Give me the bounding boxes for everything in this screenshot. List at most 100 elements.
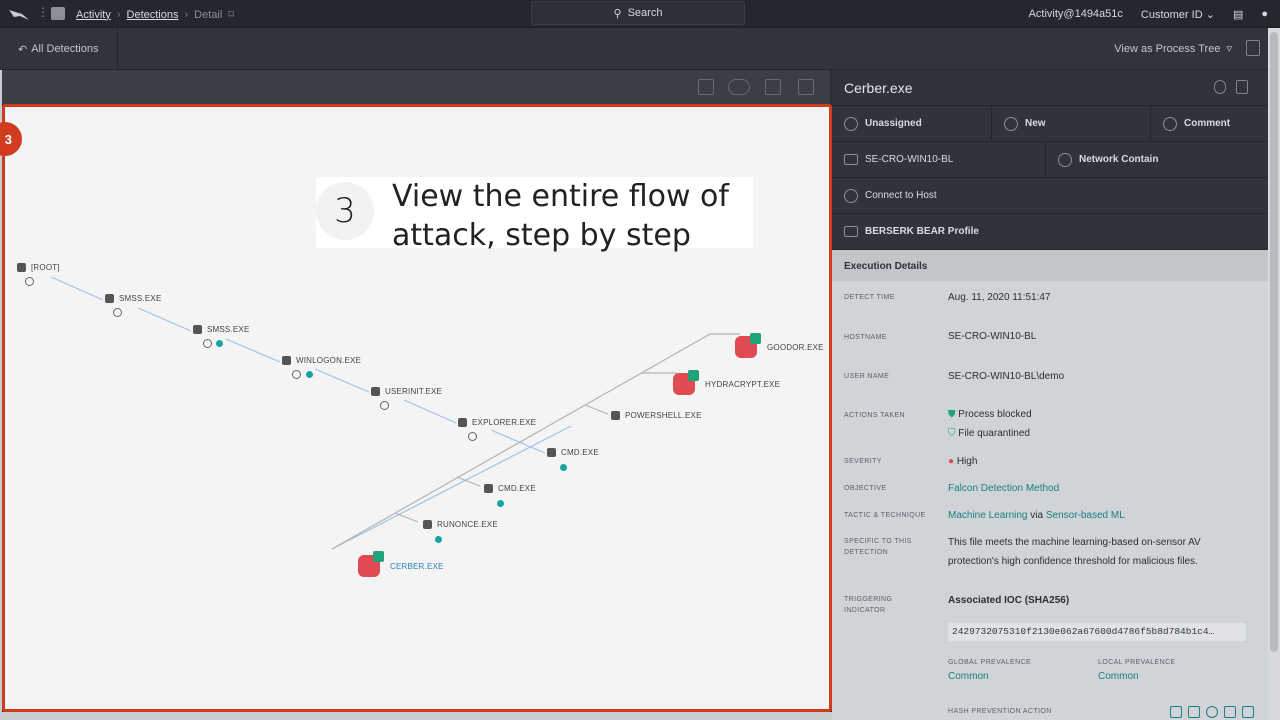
detect-time-value: Aug. 11, 2020 11:51:47 (948, 292, 1051, 303)
copy-icon[interactable] (1246, 40, 1260, 56)
user-icon (844, 116, 858, 131)
download-icon[interactable] (698, 79, 714, 95)
status-dot-icon (306, 371, 313, 378)
node-label: WINLOGON.EXE (296, 356, 362, 365)
user-activity[interactable]: Activity@1494a51c (1029, 8, 1123, 20)
connect-to-host-button[interactable]: Connect to Host (832, 178, 1268, 213)
host-button[interactable]: SE-CRO-WIN10-BL (832, 142, 1046, 177)
tactic-label: TACTIC & TECHNIQUE (844, 512, 926, 519)
process-hex-icon (423, 520, 432, 529)
panel-title: Cerber.exe (844, 79, 913, 96)
host-label: SE-CRO-WIN10-BL (865, 154, 954, 165)
global-prevalence-value: Common (948, 671, 989, 682)
page-scrollbar[interactable] (1268, 28, 1280, 720)
callout-line-2: attack, step by step (392, 218, 691, 253)
edit-icon[interactable] (1170, 706, 1182, 718)
all-detections-button[interactable]: ↶ All Detections (0, 28, 118, 70)
technique-link[interactable]: Sensor-based ML (1046, 510, 1125, 521)
collapse-icon[interactable] (292, 370, 301, 379)
trigger-label: TRIGGERING INDICATOR (844, 594, 892, 616)
zoom-icon[interactable] (1214, 80, 1226, 94)
network-contain-button[interactable]: Network Contain (1046, 142, 1268, 177)
assign-button[interactable]: Unassigned (832, 106, 992, 141)
copy-icon[interactable] (1236, 80, 1248, 94)
breadcrumb-detections[interactable]: Detections (127, 9, 179, 21)
folder-icon[interactable] (51, 7, 65, 20)
top-right-controls: Activity@1494a51c Customer ID ⌄ ▤ ● (1029, 0, 1280, 28)
back-arrow-icon: ↶ (18, 43, 28, 56)
collapse-icon[interactable] (203, 339, 212, 348)
action-process-blocked: ⛊ Process blocked (948, 405, 1032, 424)
severity-label: SEVERITY (844, 458, 882, 465)
collapse-icon[interactable] (25, 277, 34, 286)
hash-prevention-label: HASH PREVENTION ACTION (948, 708, 1052, 715)
process-hex-icon (484, 484, 493, 493)
bookmark-icon[interactable]: ⌑ (228, 8, 234, 21)
detection-detail-panel: Cerber.exe Unassigned New Comment SE-CRO… (832, 70, 1268, 720)
node-label: USERINIT.EXE (385, 387, 443, 396)
detect-time-label: DETECT TIME (844, 294, 895, 301)
callout-number: 3 (316, 182, 374, 240)
search-box[interactable]: ⚲ Search (531, 1, 745, 25)
search-icon[interactable] (1188, 706, 1200, 718)
expand-icon[interactable] (798, 79, 814, 95)
search-label: Search (627, 7, 663, 19)
collapse-icon[interactable] (380, 401, 389, 410)
external-link-icon[interactable] (1242, 706, 1254, 718)
fit-view-icon[interactable] (765, 79, 781, 95)
process-hex-icon (458, 418, 467, 427)
username-label: USER NAME (844, 373, 890, 380)
process-hex-icon (193, 325, 202, 334)
tutorial-callout: 3 View the entire flow of attack, step b… (316, 177, 753, 253)
notifications-icon[interactable]: ▤ (1233, 8, 1243, 21)
user-profile-icon[interactable]: ● (1261, 8, 1268, 20)
comment-button[interactable]: Comment (1151, 106, 1268, 141)
app-menu-icon[interactable]: ⋮ (37, 5, 49, 19)
breadcrumb: Activity › Detections › Detail ⌑ (76, 8, 234, 22)
execution-details: DETECT TIME Aug. 11, 2020 11:51:47 HOSTN… (832, 281, 1268, 720)
falcon-logo-icon[interactable] (8, 6, 30, 22)
hostname-label: HOSTNAME (844, 334, 887, 341)
node-label: RUNONCE.EXE (437, 520, 498, 529)
node-label: CMD.EXE (561, 448, 599, 457)
search-icon: ⚲ (613, 7, 622, 20)
scrollbar-thumb[interactable] (1270, 32, 1278, 652)
connect-row: Connect to Host (832, 178, 1268, 214)
tactic-link[interactable]: Machine Learning (948, 510, 1028, 521)
specific-line-2: protection's high confidence threshold f… (948, 556, 1198, 567)
status-dot-icon (560, 464, 567, 471)
eye-icon[interactable] (728, 79, 750, 95)
objective-link[interactable]: Falcon Detection Method (948, 479, 1059, 498)
node-label: HYDRACRYPT.EXE (705, 380, 781, 389)
view-as-label: View as Process Tree (1114, 42, 1221, 55)
chevron-right-icon: › (184, 8, 189, 21)
objective-label: OBJECTIVE (844, 485, 887, 492)
process-hex-icon (105, 294, 114, 303)
status-button[interactable]: New (992, 106, 1151, 141)
trigger-label-line-1: TRIGGERING (844, 596, 893, 603)
action-1-text: Process blocked (958, 409, 1032, 420)
action-2-text: File quarantined (958, 428, 1030, 439)
execution-details-title: Execution Details (844, 260, 928, 272)
adversary-profile-button[interactable]: BERSERK BEAR Profile (832, 214, 1268, 249)
ioc-hash-value[interactable]: 2429732075310f2130e062a67600d4786f5b8d78… (948, 623, 1246, 641)
node-label: EXPLORER.EXE (472, 418, 537, 427)
profile-row: BERSERK BEAR Profile (832, 214, 1268, 250)
specific-label: SPECIFIC TO THIS DETECTION (844, 536, 912, 558)
customer-id-dropdown[interactable]: Customer ID ⌄ (1141, 8, 1215, 21)
hash-action-icons (1170, 706, 1254, 718)
node-label: GOODOR.EXE (767, 343, 824, 352)
assign-label: Unassigned (865, 118, 922, 129)
terminal-icon[interactable] (1224, 706, 1236, 718)
breadcrumb-activity[interactable]: Activity (76, 9, 111, 21)
severity-text: High (956, 456, 978, 467)
ioc-title: Associated IOC (SHA256) (948, 595, 1070, 606)
top-bar: ⋮ Activity › Detections › Detail ⌑ ⚲ Sea… (0, 0, 1280, 28)
execution-details-header[interactable]: Execution Details (832, 250, 1268, 282)
collapse-icon[interactable] (113, 308, 122, 317)
view-as-dropdown[interactable]: View as Process Tree ▿ (1114, 42, 1232, 56)
status-dot-icon (497, 500, 504, 507)
block-icon[interactable] (1206, 706, 1218, 718)
collapse-icon[interactable] (468, 432, 477, 441)
callout-text: View the entire flow of attack, step by … (392, 177, 729, 255)
